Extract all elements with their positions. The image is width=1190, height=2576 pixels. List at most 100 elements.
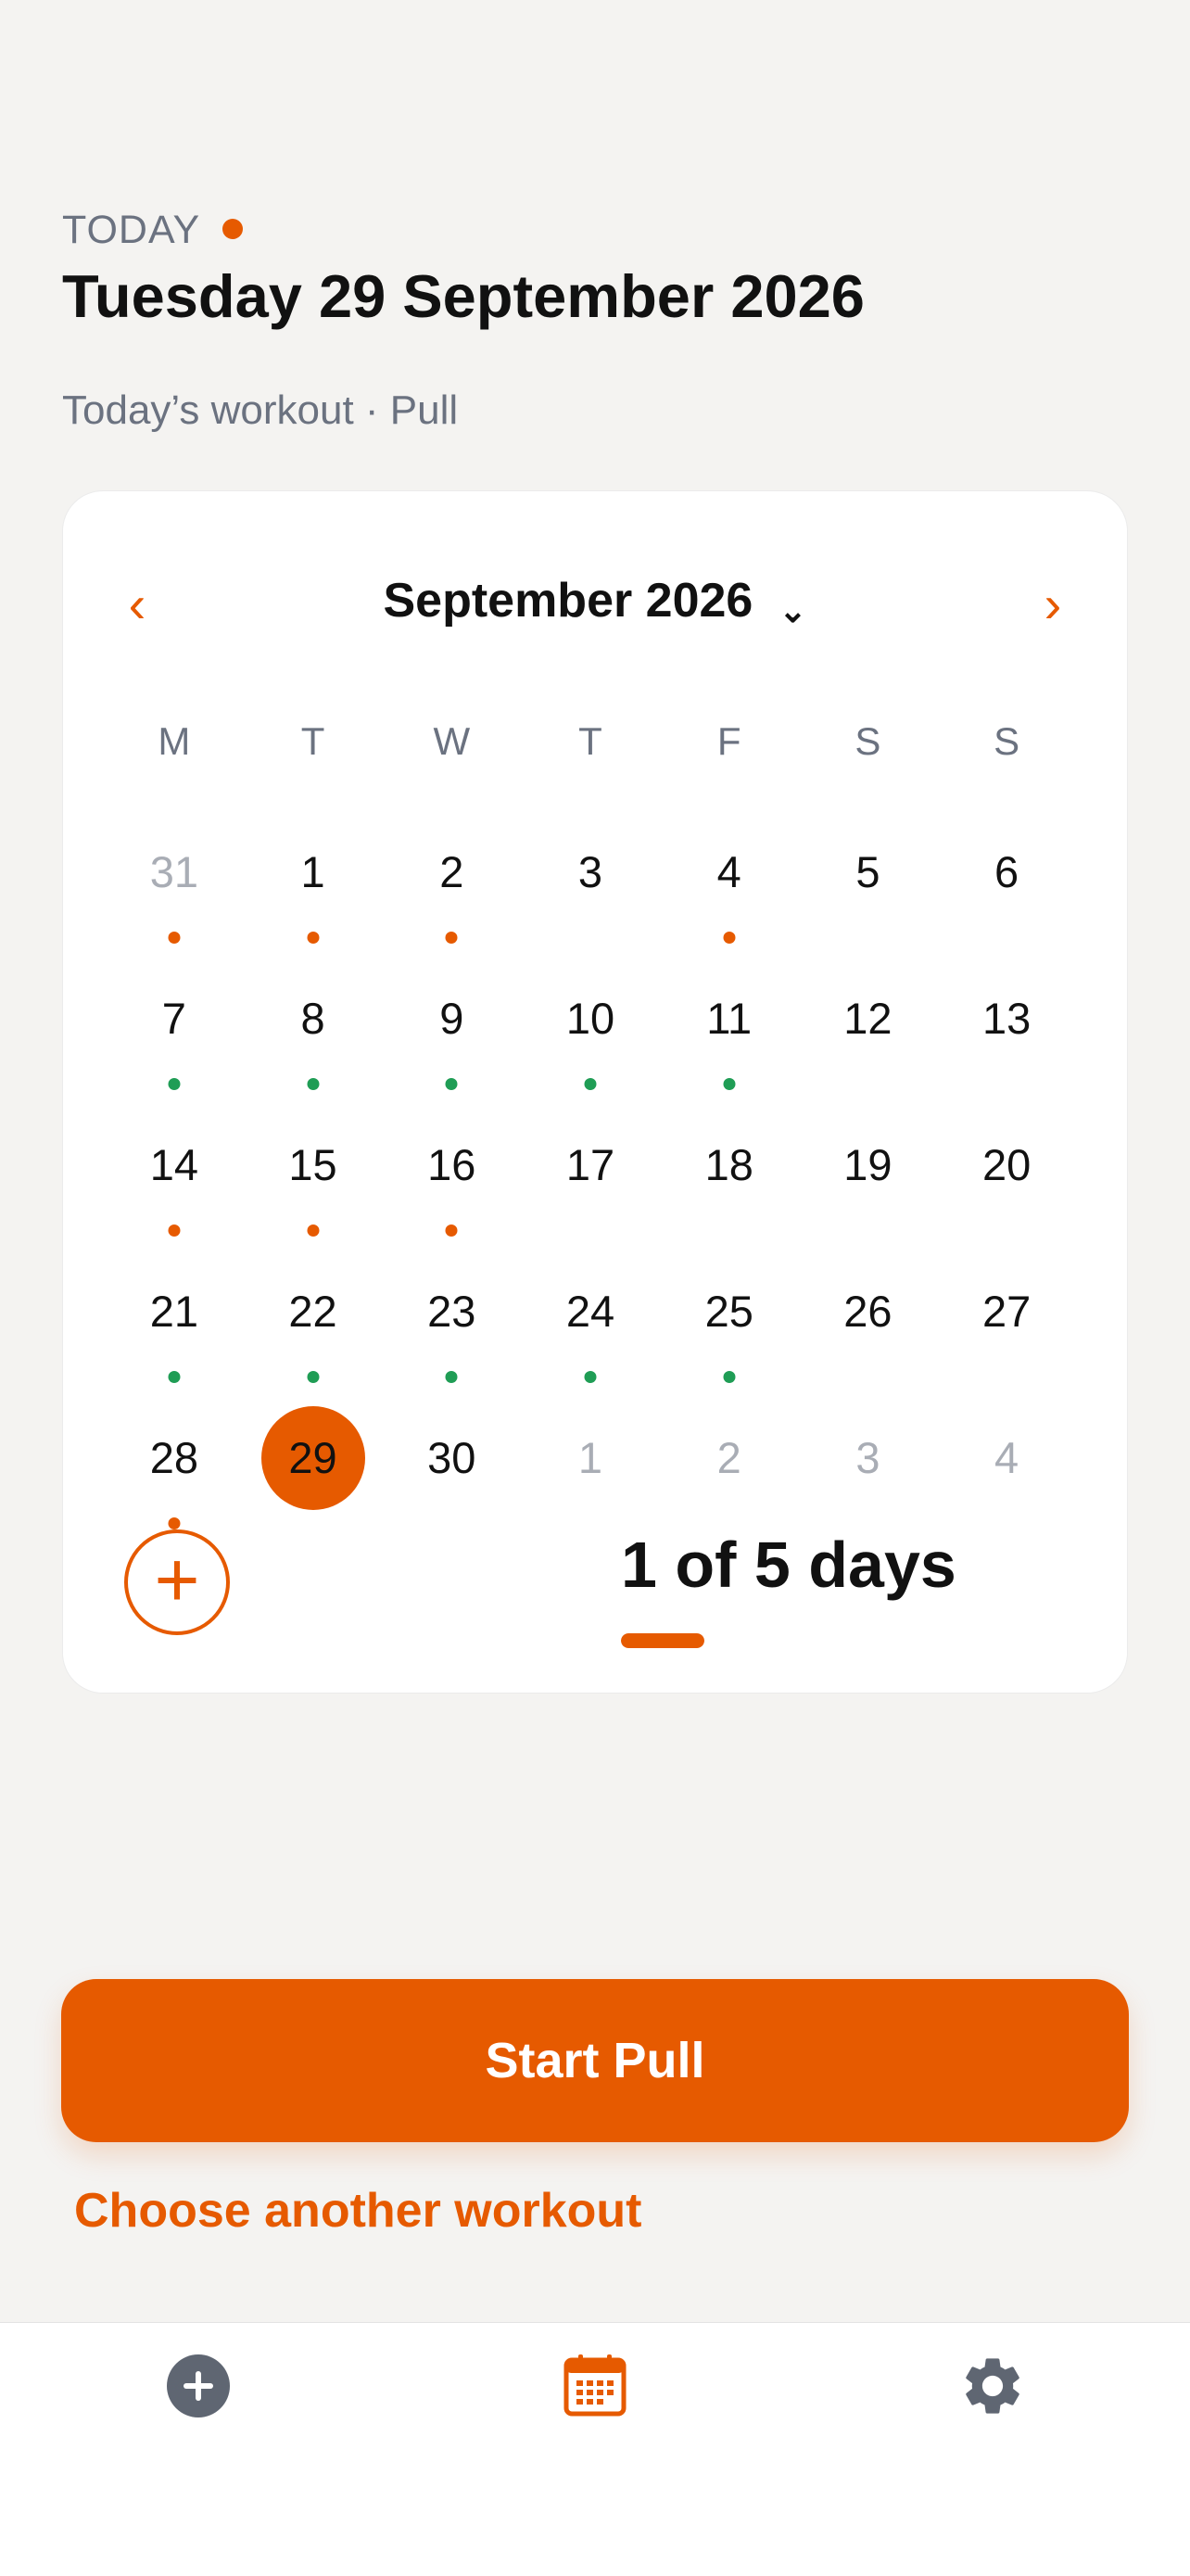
day-number: 9 <box>439 994 464 1043</box>
weekday-label: T <box>300 719 325 763</box>
calendar-day[interactable]: 6 <box>937 820 1076 967</box>
completed-workout-dot <box>168 1371 181 1383</box>
day-number: 5 <box>855 847 880 896</box>
choose-another-workout-link[interactable]: Choose another workout <box>74 2183 641 2239</box>
add-workout-button[interactable]: + <box>124 1529 230 1635</box>
workout-subtitle: Today’s workout · Pull <box>62 387 459 433</box>
day-number: 16 <box>427 1140 476 1189</box>
calendar-day[interactable]: 5 <box>799 820 938 967</box>
calendar-day[interactable]: 8 <box>244 967 383 1113</box>
calendar-day[interactable]: 23 <box>382 1260 521 1406</box>
day-number: 1 <box>300 847 325 896</box>
start-workout-button[interactable]: Start Pull <box>61 1979 1129 2142</box>
calendar-day[interactable]: 3 <box>521 820 660 967</box>
planned-workout-dot <box>445 932 458 944</box>
day-number: 26 <box>843 1287 892 1336</box>
day-number: 17 <box>565 1140 615 1189</box>
day-number: 4 <box>716 847 741 896</box>
completed-workout-dot <box>723 1078 736 1090</box>
day-number: 25 <box>704 1287 753 1336</box>
tab-bar <box>0 2322 1190 2576</box>
planned-workout-dot <box>307 932 320 944</box>
calendar-day[interactable]: 19 <box>799 1113 938 1260</box>
day-number: 20 <box>981 1140 1032 1189</box>
calendar-day[interactable]: 21 <box>105 1260 244 1406</box>
day-number: 15 <box>288 1140 337 1189</box>
calendar-day[interactable]: 18 <box>660 1113 799 1260</box>
day-number: 10 <box>565 994 615 1043</box>
calendar-grid: 31 1 2 3 4 5 6 7 8 9 10 11 12 13 14 15 16 17 18 19 20 21 22 23 2… <box>105 820 1076 1553</box>
day-number: 27 <box>981 1287 1032 1336</box>
day-number: 23 <box>427 1287 476 1336</box>
calendar-day[interactable]: 7 <box>105 967 244 1113</box>
planned-workout-dot <box>445 1225 458 1237</box>
tab-add[interactable] <box>143 2347 254 2425</box>
day-number: 11 <box>706 994 753 1043</box>
month-title: September 2026 <box>383 574 753 628</box>
weekday-label: S <box>855 719 881 763</box>
calendar-day[interactable]: 9 <box>382 967 521 1113</box>
calendar-day[interactable]: 14 <box>105 1113 244 1260</box>
planned-workout-dot <box>307 1225 320 1237</box>
tab-settings[interactable] <box>937 2347 1048 2425</box>
tab-calendar[interactable] <box>539 2347 651 2425</box>
calendar-day[interactable]: 1 <box>244 820 383 967</box>
calendar-day[interactable]: 20 <box>937 1113 1076 1260</box>
weekday-label: F <box>716 719 741 763</box>
calendar-day[interactable]: 25 <box>660 1260 799 1406</box>
day-number: 6 <box>994 847 1019 896</box>
calendar-day[interactable]: 24 <box>521 1260 660 1406</box>
gear-icon <box>966 2358 1019 2414</box>
weekday-header: MTWTFSS <box>105 714 1076 769</box>
calendar-day[interactable]: 30 <box>382 1406 521 1553</box>
calendar-day[interactable]: 16 <box>382 1113 521 1260</box>
day-number: 14 <box>149 1140 198 1189</box>
calendar-card: ‹ September 2026 ⌄ › MTWTFSS 31 1 2 3 4 5 6 7 8 9 1… <box>62 490 1128 1694</box>
completed-workout-dot <box>723 1371 736 1383</box>
calendar-day[interactable]: 11 <box>660 967 799 1113</box>
weekday-label: T <box>578 719 602 763</box>
calendar-day[interactable]: 13 <box>937 967 1076 1113</box>
today-header: TODAY <box>62 208 244 253</box>
day-number: 30 <box>427 1433 476 1482</box>
calendar-day[interactable]: 15 <box>244 1113 383 1260</box>
day-number: 13 <box>981 994 1032 1043</box>
completed-workout-dot <box>307 1371 320 1383</box>
page-title: Tuesday 29 September 2026 <box>62 262 865 330</box>
calendar-icon <box>563 2354 627 2417</box>
calendar-day-selected[interactable]: 29 <box>244 1406 383 1553</box>
day-number: 7 <box>161 994 186 1043</box>
weekly-progress-text: 1 of 5 days <box>621 1529 956 1601</box>
calendar-day[interactable]: 12 <box>799 967 938 1113</box>
calendar-day[interactable]: 22 <box>244 1260 383 1406</box>
month-picker[interactable]: September 2026 ⌄ <box>63 573 1127 630</box>
day-number: 18 <box>704 1140 753 1189</box>
today-label: TODAY <box>62 208 201 252</box>
add-circle-icon <box>167 2354 230 2417</box>
calendar-day[interactable]: 4 <box>660 820 799 967</box>
planned-workout-dot <box>168 932 181 944</box>
day-number: 4 <box>994 1433 1019 1482</box>
completed-workout-dot <box>307 1078 320 1090</box>
planned-workout-dot <box>168 1225 181 1237</box>
completed-workout-dot <box>584 1078 597 1090</box>
planned-workout-dot <box>723 932 736 944</box>
weekly-progress-bar <box>621 1633 704 1648</box>
completed-workout-dot <box>584 1371 597 1383</box>
planned-workout-dot <box>168 1517 181 1529</box>
day-number: 24 <box>565 1287 615 1336</box>
day-number: 2 <box>439 847 464 896</box>
day-number: 22 <box>288 1287 337 1336</box>
next-month-button[interactable]: › <box>1025 577 1081 632</box>
calendar-day[interactable]: 2 <box>382 820 521 967</box>
weekday-label: S <box>994 719 1020 763</box>
calendar-day[interactable]: 27 <box>937 1260 1076 1406</box>
day-number: 3 <box>577 847 603 896</box>
calendar-day[interactable]: 17 <box>521 1113 660 1260</box>
calendar-day[interactable]: 31 <box>105 820 244 967</box>
calendar-day[interactable]: 10 <box>521 967 660 1113</box>
calendar-day[interactable]: 4 <box>937 1406 1076 1553</box>
calendar-day[interactable]: 26 <box>799 1260 938 1406</box>
completed-workout-dot <box>168 1078 181 1090</box>
day-number: 8 <box>300 994 325 1043</box>
